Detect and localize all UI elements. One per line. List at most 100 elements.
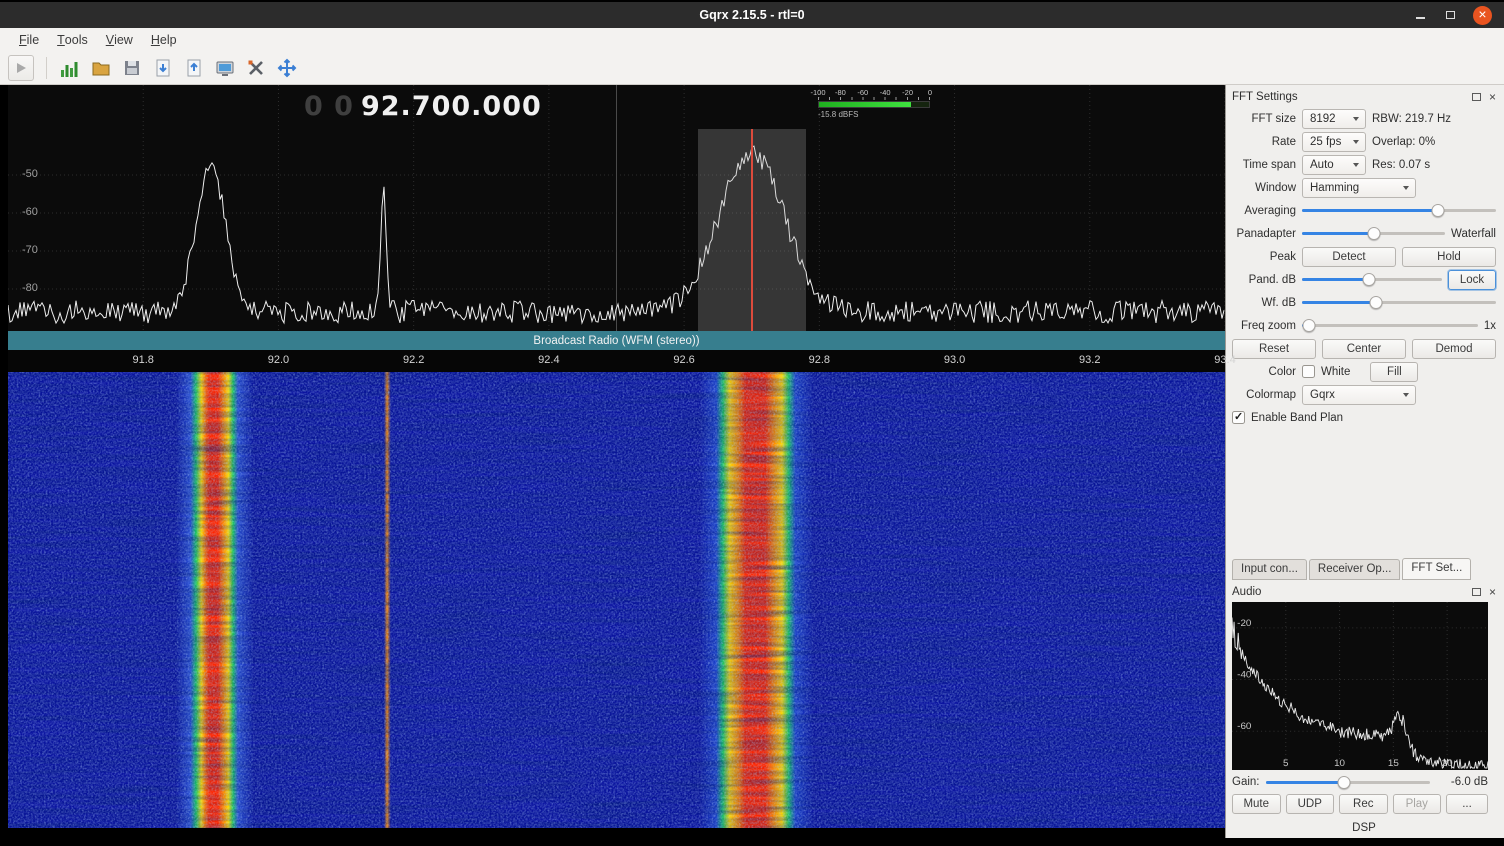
panadapter-split-slider[interactable]: [1302, 225, 1445, 242]
close-dock-icon[interactable]: [1489, 586, 1496, 598]
waterfall[interactable]: [8, 372, 1225, 828]
restore-button[interactable]: [1443, 6, 1457, 25]
slider-handle[interactable]: [1338, 776, 1351, 789]
slider-handle[interactable]: [1303, 319, 1316, 332]
bandplan-bar[interactable]: Broadcast Radio (WFM (stereo)): [8, 331, 1225, 350]
titlebar[interactable]: Gqrx 2.15.5 - rtl=0: [0, 0, 1504, 28]
save-file-icon[interactable]: [121, 57, 143, 79]
svg-text:10: 10: [1334, 758, 1345, 769]
dock-spacer: [1232, 429, 1496, 556]
reset-button[interactable]: Reset: [1232, 339, 1316, 359]
fft-settings-header: FFT Settings: [1232, 87, 1496, 107]
tab-fft-settings[interactable]: FFT Set...: [1402, 558, 1471, 580]
db-axis-label: -60: [22, 206, 38, 218]
chevron-down-icon: [1403, 393, 1409, 397]
peak-hold-button[interactable]: Hold: [1402, 247, 1496, 267]
slider-handle[interactable]: [1363, 273, 1376, 286]
svg-text:15: 15: [1388, 758, 1399, 769]
minimize-button[interactable]: [1413, 6, 1427, 25]
window-select[interactable]: Hamming: [1302, 178, 1416, 198]
pand-db-label: Pand. dB: [1232, 274, 1296, 286]
wf-db-label: Wf. dB: [1232, 297, 1296, 309]
freq-axis-label: 92.0: [268, 354, 289, 366]
audio-gain-slider[interactable]: [1266, 774, 1431, 791]
mute-button[interactable]: Mute: [1232, 794, 1281, 814]
meter-scale-label: 0: [928, 88, 932, 97]
spectrum-tool-icon[interactable]: [59, 57, 81, 79]
db-axis-label: -80: [22, 282, 38, 294]
meter-value: -15.8 dBFS: [818, 110, 930, 119]
meter-fill: [819, 102, 911, 107]
enable-band-plan-checkbox[interactable]: [1232, 411, 1245, 424]
lock-button[interactable]: Lock: [1448, 270, 1496, 290]
meter-scale-label: -40: [880, 88, 891, 97]
restore-icon: [1446, 11, 1455, 19]
waterfall-plot: [8, 372, 1225, 828]
audio-title: Audio: [1232, 586, 1472, 598]
menu-tools[interactable]: Tools: [48, 28, 97, 52]
pandapter-spectrum[interactable]: 0 092.700.000 -50-60-70-80 -100-80-60-40…: [8, 85, 1225, 331]
res-value: Res: 0.07 s: [1372, 159, 1430, 171]
menu-help[interactable]: Help: [142, 28, 186, 52]
fit-width-icon[interactable]: [276, 57, 298, 79]
toolbar: [0, 52, 1504, 85]
averaging-slider[interactable]: [1302, 202, 1496, 219]
fill-button[interactable]: Fill: [1370, 362, 1418, 382]
float-dock-icon[interactable]: [1472, 93, 1481, 101]
frequency-axis[interactable]: 91.892.092.292.492.692.893.093.293.4: [8, 350, 1225, 372]
freq-axis-label: 92.6: [673, 354, 694, 366]
meter-scale: -100-80-60-40-200: [818, 88, 930, 97]
freq-axis-label: 93.4: [1214, 354, 1235, 366]
peak-detect-button[interactable]: Detect: [1302, 247, 1396, 267]
menu-file[interactable]: File: [10, 28, 48, 52]
chevron-down-icon: [1353, 117, 1359, 121]
slider-handle[interactable]: [1367, 227, 1380, 240]
dsp-status: DSP: [1232, 816, 1496, 838]
more-options-button[interactable]: ...: [1446, 794, 1488, 814]
io-config-tools-icon[interactable]: [245, 57, 267, 79]
rec-button[interactable]: Rec: [1339, 794, 1388, 814]
demod-button[interactable]: Demod: [1412, 339, 1496, 359]
bandplan-label: Broadcast Radio (WFM (stereo)): [533, 335, 699, 347]
white-checkbox[interactable]: [1302, 365, 1315, 378]
chevron-down-icon: [1353, 140, 1359, 144]
fft-settings-title: FFT Settings: [1232, 91, 1472, 103]
open-folder-icon[interactable]: [90, 57, 112, 79]
frequency-display[interactable]: 0 092.700.000: [304, 85, 542, 127]
udp-button[interactable]: UDP: [1286, 794, 1335, 814]
float-dock-icon[interactable]: [1472, 588, 1481, 596]
tab-receiver-options[interactable]: Receiver Op...: [1309, 559, 1401, 580]
meter-scale-label: -100: [810, 88, 825, 97]
slider-handle[interactable]: [1369, 296, 1382, 309]
slider-handle[interactable]: [1431, 204, 1444, 217]
averaging-label: Averaging: [1232, 205, 1296, 217]
center-button[interactable]: Center: [1322, 339, 1406, 359]
meter-ticks: [818, 97, 930, 100]
import-document-icon[interactable]: [183, 57, 205, 79]
filter-passband-overlay[interactable]: [698, 129, 806, 331]
waterfall-db-slider[interactable]: [1302, 294, 1496, 311]
rate-label: Rate: [1232, 136, 1296, 148]
fft-size-select[interactable]: 8192: [1302, 109, 1366, 129]
peak-label: Peak: [1232, 251, 1296, 263]
play-icon: [13, 60, 29, 76]
tuning-line[interactable]: [751, 129, 753, 331]
time-span-select[interactable]: Auto: [1302, 155, 1366, 175]
overlap-value: Overlap: 0%: [1372, 136, 1435, 148]
start-dsp-button[interactable]: [8, 55, 34, 81]
export-document-icon[interactable]: [152, 57, 174, 79]
freq-axis-label: 93.2: [1079, 354, 1100, 366]
color-label: Color: [1232, 366, 1296, 378]
freq-zoom-slider[interactable]: [1302, 317, 1478, 334]
pandapter-db-slider[interactable]: [1302, 271, 1442, 288]
play-button[interactable]: Play: [1393, 794, 1442, 814]
rate-select[interactable]: 25 fps: [1302, 132, 1366, 152]
freq-axis-label: 91.8: [133, 354, 154, 366]
close-dock-icon[interactable]: [1489, 91, 1496, 103]
tab-input-controls[interactable]: Input con...: [1232, 559, 1307, 580]
colormap-select[interactable]: Gqrx: [1302, 385, 1416, 405]
freq-axis-label: 92.2: [403, 354, 424, 366]
menu-view[interactable]: View: [97, 28, 142, 52]
remote-display-icon[interactable]: [214, 57, 236, 79]
close-button[interactable]: [1473, 6, 1492, 25]
